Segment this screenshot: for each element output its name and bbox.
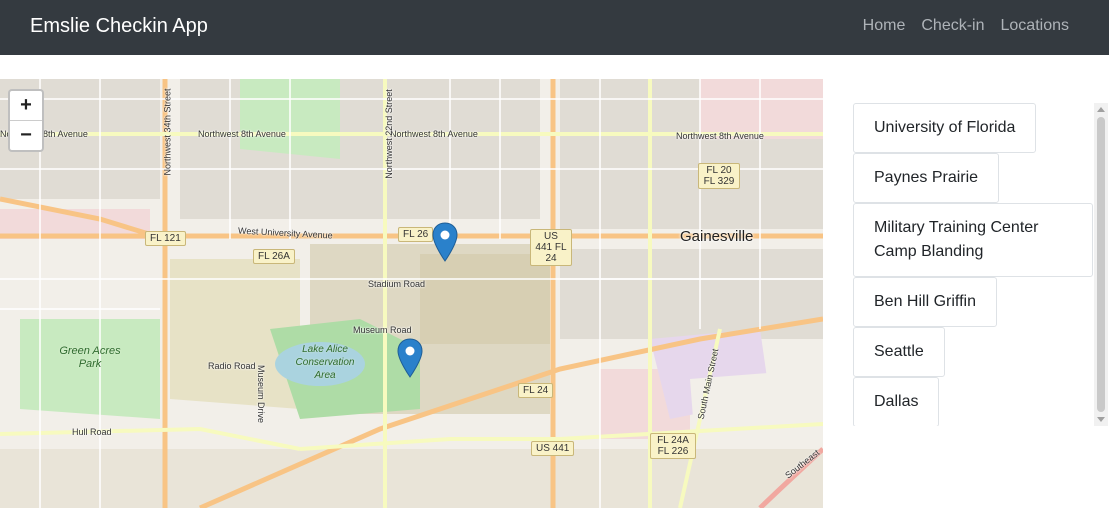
map-tiles xyxy=(0,79,823,508)
street-label: Northwest 8th Avenue xyxy=(676,131,764,141)
street-label: Northwest 22nd Street xyxy=(383,89,394,179)
route-shield: FL 24A FL 226 xyxy=(650,433,696,459)
location-button[interactable]: Paynes Prairie xyxy=(853,153,1000,203)
park-label: Green Acres Park xyxy=(59,345,121,370)
scroll-down-arrow-icon[interactable] xyxy=(1097,417,1105,422)
route-shield: US 441 FL 24 xyxy=(530,229,572,266)
location-button[interactable]: Dallas xyxy=(853,377,940,426)
city-label: Gainesville xyxy=(680,228,754,245)
location-button[interactable]: Military Training Center Camp Blanding xyxy=(853,203,1093,277)
scroll-thumb[interactable] xyxy=(1097,117,1105,412)
location-button[interactable]: Seattle xyxy=(853,327,945,377)
street-label: Northwest 34th Street xyxy=(162,88,173,176)
map-marker[interactable] xyxy=(397,338,423,378)
route-shield: FL 26A xyxy=(253,249,295,264)
park-label: Lake Alice Conservation Area xyxy=(295,344,355,381)
scroll-up-arrow-icon[interactable] xyxy=(1097,107,1105,112)
locations-list: University of Florida Paynes Prairie Mil… xyxy=(853,103,1093,426)
location-button[interactable]: Ben Hill Griffin xyxy=(853,277,997,327)
location-button[interactable]: University of Florida xyxy=(853,103,1037,153)
app-brand[interactable]: Emslie Checkin App xyxy=(30,15,208,38)
route-shield: FL 20 FL 329 xyxy=(698,163,740,189)
nav-links: Home Check-in Locations xyxy=(847,17,1069,35)
zoom-out-button[interactable]: − xyxy=(10,121,42,150)
street-label: Radio Road xyxy=(208,361,256,371)
nav-link-locations[interactable]: Locations xyxy=(1001,17,1070,35)
street-label: Museum Drive xyxy=(256,364,267,424)
route-shield: FL 24 xyxy=(518,383,554,398)
street-label: Northwest 8th Avenue xyxy=(198,129,286,139)
zoom-in-button[interactable]: + xyxy=(10,91,42,121)
route-shield: FL 26 xyxy=(398,227,434,242)
navbar: Emslie Checkin App Home Check-in Locatio… xyxy=(0,0,1109,55)
zoom-control: + − xyxy=(8,89,44,152)
map-marker[interactable] xyxy=(432,222,458,262)
street-label: Northwest 8th Avenue xyxy=(390,129,478,139)
nav-link-home[interactable]: Home xyxy=(863,17,906,35)
route-shield: US 441 xyxy=(531,441,575,456)
nav-link-check-in[interactable]: Check-in xyxy=(921,17,984,35)
route-shield: FL 121 xyxy=(145,231,186,246)
street-label: Museum Road xyxy=(353,325,412,335)
map-view[interactable]: Northwest 8th Avenue Northwest 8th Avenu… xyxy=(0,79,823,508)
street-label: Hull Road xyxy=(72,427,112,437)
list-scrollbar[interactable] xyxy=(1094,103,1108,426)
street-label: Stadium Road xyxy=(368,279,426,289)
